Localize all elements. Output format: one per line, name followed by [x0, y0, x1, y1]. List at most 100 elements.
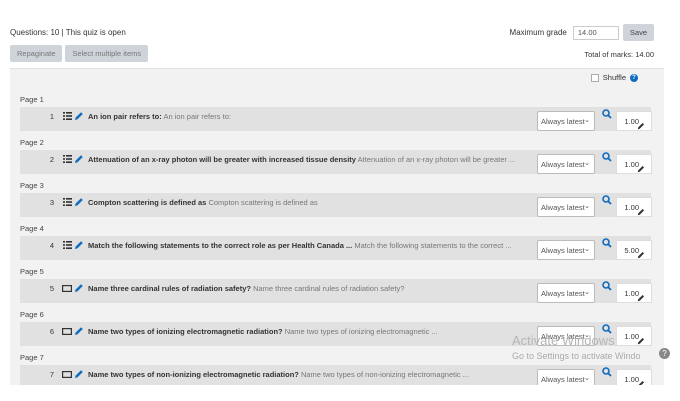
version-select-value: Always latest — [541, 289, 585, 298]
question-text[interactable]: An ion pair refers to: An ion pair refer… — [88, 112, 528, 121]
question-text[interactable]: Name three cardinal rules of radiation s… — [88, 284, 528, 293]
page-label: Page 7 — [20, 353, 44, 362]
version-select[interactable]: Always latest ⌄ — [537, 197, 595, 217]
question-title: Match the following statements to the co… — [88, 241, 353, 250]
max-grade-input[interactable] — [572, 25, 619, 40]
question-text[interactable]: Name two types of non-ionizing electroma… — [88, 370, 528, 379]
preview-search-icon[interactable] — [602, 281, 612, 291]
activate-windows-watermark: Activate Windows Go to Settings to activ… — [512, 333, 641, 361]
max-mark-field[interactable]: 1.00 — [616, 283, 652, 303]
preview-search-icon[interactable] — [602, 195, 612, 205]
multichoice-icon — [62, 111, 72, 121]
scroll-help-icon[interactable]: ? — [659, 348, 670, 359]
chevron-down-icon: ⌄ — [584, 160, 590, 167]
question-text[interactable]: Match the following statements to the co… — [88, 241, 528, 250]
question-slot: 2 Attenuation of an x-ray photon will be … — [20, 150, 652, 174]
slot-number: 6 — [49, 327, 54, 336]
question-slot: 3 Compton scattering is defined as Compto… — [20, 193, 652, 217]
slot-number: 4 — [49, 241, 54, 250]
max-mark-field[interactable]: 1.00 — [616, 197, 652, 217]
chevron-down-icon: ⌄ — [584, 289, 590, 296]
version-select[interactable]: Always latest ⌄ — [537, 240, 595, 260]
toolbar: Repaginate Select multiple items Total o… — [10, 45, 654, 63]
quiz-header: Questions: 10 | This quiz is open Maximu… — [10, 24, 654, 41]
page-label: Page 3 — [20, 181, 44, 190]
slot-number: 1 — [49, 112, 54, 121]
question-preview: Match the following statements to the co… — [354, 241, 512, 250]
version-select[interactable]: Always latest ⌄ — [537, 154, 595, 174]
edit-question-icon[interactable] — [74, 154, 84, 164]
question-title: Attenuation of an x-ray photon will be g… — [88, 155, 356, 164]
multichoice-icon — [62, 240, 72, 250]
chevron-down-icon: ⌄ — [584, 117, 590, 124]
question-preview: Compton scattering is defined as — [208, 198, 318, 207]
question-slot: 7 Name two types of non-ionizing electrom… — [20, 365, 652, 385]
page-label: Page 4 — [20, 224, 44, 233]
version-select-value: Always latest — [541, 160, 585, 169]
questions-info: Questions: 10 | This quiz is open — [10, 28, 126, 37]
max-mark-field[interactable]: 5.00 — [616, 240, 652, 260]
version-select[interactable]: Always latest ⌄ — [537, 369, 595, 385]
question-title: Name two types of ionizing electromagnet… — [88, 327, 283, 336]
essay-icon — [62, 369, 72, 379]
select-multiple-button[interactable]: Select multiple items — [65, 45, 149, 62]
save-button[interactable]: Save — [622, 24, 654, 41]
slot-number: 3 — [49, 198, 54, 207]
help-icon[interactable]: ? — [630, 73, 638, 82]
question-text[interactable]: Compton scattering is defined as Compton… — [88, 198, 528, 207]
question-text[interactable]: Attenuation of an x-ray photon will be g… — [88, 155, 528, 164]
edit-question-icon[interactable] — [74, 197, 84, 207]
chevron-down-icon: ⌄ — [584, 375, 590, 382]
version-select[interactable]: Always latest ⌄ — [537, 111, 595, 131]
multichoice-icon — [62, 197, 72, 207]
question-title: Name two types of non-ionizing electroma… — [88, 370, 299, 379]
max-mark-field[interactable]: 1.00 — [616, 111, 652, 131]
page-label: Page 2 — [20, 138, 44, 147]
question-preview: Name two types of non-ionizing electroma… — [300, 370, 469, 379]
edit-question-icon[interactable] — [74, 369, 84, 379]
version-select[interactable]: Always latest ⌄ — [537, 283, 595, 303]
slot-number: 5 — [49, 284, 54, 293]
essay-icon — [62, 326, 72, 336]
edit-question-icon[interactable] — [74, 326, 84, 336]
multichoice-icon — [62, 154, 72, 164]
version-select-value: Always latest — [541, 117, 585, 126]
preview-search-icon[interactable] — [602, 109, 612, 119]
version-select-value: Always latest — [541, 375, 585, 384]
question-preview: Name two types of ionizing electromagnet… — [284, 327, 438, 336]
slot-number: 7 — [49, 370, 54, 379]
version-select-value: Always latest — [541, 246, 585, 255]
page-label: Page 1 — [20, 95, 44, 104]
watermark-line2: Go to Settings to activate Windo — [512, 351, 641, 361]
shuffle-group: Shuffle ? — [590, 73, 638, 82]
shuffle-checkbox[interactable] — [590, 73, 599, 82]
question-preview: An ion pair refers to: — [163, 112, 231, 121]
chevron-down-icon: ⌄ — [584, 203, 590, 210]
question-title: Name three cardinal rules of radiation s… — [88, 284, 251, 293]
question-slot: 1 An ion pair refers to: An ion pair refe… — [20, 107, 652, 131]
max-grade-label: Maximum grade — [509, 28, 567, 37]
question-title: An ion pair refers to: — [88, 112, 162, 121]
edit-question-icon[interactable] — [74, 240, 84, 250]
essay-icon — [62, 283, 72, 293]
edit-question-icon[interactable] — [74, 111, 84, 121]
preview-search-icon[interactable] — [602, 152, 612, 162]
question-slot: 5 Name three cardinal rules of radiation … — [20, 279, 652, 303]
repaginate-button[interactable]: Repaginate — [10, 45, 63, 62]
max-mark-field[interactable]: 1.00 — [616, 154, 652, 174]
chevron-down-icon: ⌄ — [584, 246, 590, 253]
page-label: Page 6 — [20, 310, 44, 319]
preview-search-icon[interactable] — [602, 367, 612, 377]
version-select-value: Always latest — [541, 203, 585, 212]
total-marks: Total of marks: 14.00 — [584, 50, 654, 59]
max-mark-field[interactable]: 1.00 — [616, 369, 652, 385]
page-label: Page 5 — [20, 267, 44, 276]
question-text[interactable]: Name two types of ionizing electromagnet… — [88, 327, 528, 336]
edit-question-icon[interactable] — [74, 283, 84, 293]
preview-search-icon[interactable] — [602, 238, 612, 248]
watermark-line1: Activate Windows — [512, 333, 615, 348]
max-grade-group: Maximum grade Save — [510, 24, 654, 41]
slot-number: 2 — [49, 155, 54, 164]
shuffle-label: Shuffle — [602, 73, 626, 82]
question-slot: 4 Match the following statements to the c… — [20, 236, 652, 260]
